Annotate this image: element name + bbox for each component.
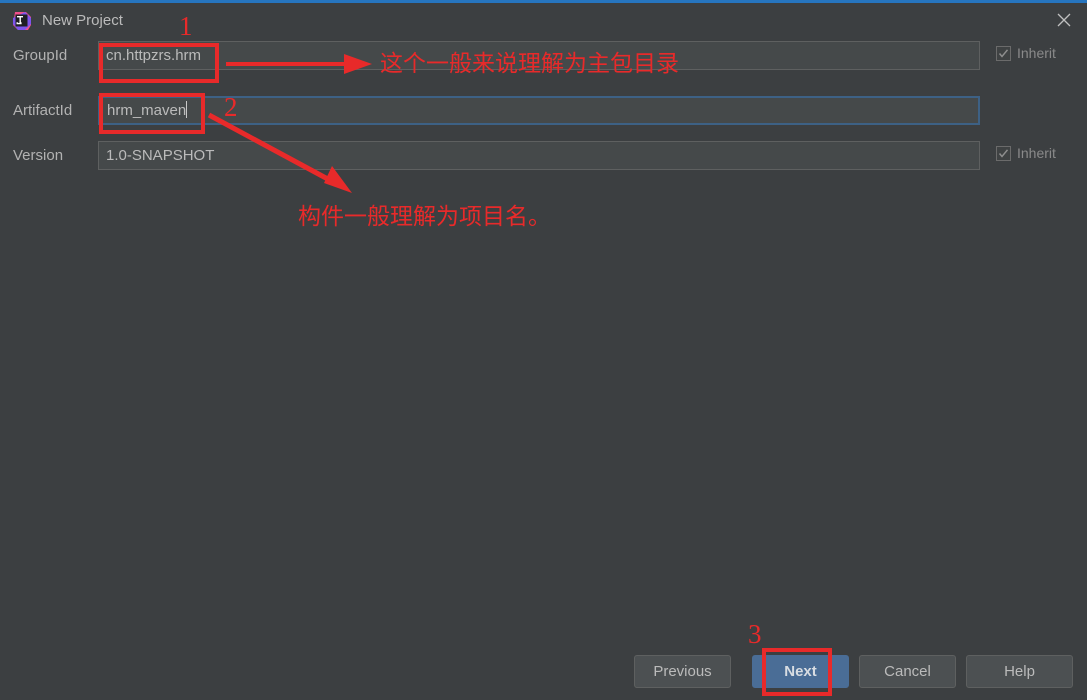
form-row-artifactid: ArtifactId hrm_maven <box>0 96 1087 126</box>
checkmark-icon <box>996 45 1011 61</box>
new-project-dialog: New Project GroupId cn.httpzrs.hrm Inher… <box>0 0 1087 700</box>
annotation-note-2: 构件一般理解为项目名。 <box>298 204 551 230</box>
title-bar: New Project <box>0 3 1087 39</box>
artifactid-input[interactable]: hrm_maven <box>98 96 980 125</box>
groupid-label: GroupId <box>13 47 68 64</box>
checkmark-icon <box>996 145 1011 161</box>
artifactid-value: hrm_maven <box>107 102 187 119</box>
groupid-inherit-label: Inherit <box>1017 45 1056 61</box>
form-row-version: Version 1.0-SNAPSHOT Inherit <box>0 141 1087 171</box>
close-icon[interactable] <box>1041 3 1087 37</box>
groupid-inherit-checkbox[interactable]: Inherit <box>996 45 1056 61</box>
version-inherit-label: Inherit <box>1017 145 1056 161</box>
version-label: Version <box>13 147 64 164</box>
cancel-button[interactable]: Cancel <box>859 655 956 688</box>
intellij-idea-icon <box>12 11 32 31</box>
version-input[interactable]: 1.0-SNAPSHOT <box>98 141 980 170</box>
previous-button[interactable]: Previous <box>634 655 731 688</box>
next-button[interactable]: Next <box>752 655 849 688</box>
form-row-groupid: GroupId cn.httpzrs.hrm Inherit <box>0 41 1087 71</box>
artifactid-label: ArtifactId <box>13 102 73 119</box>
annotation-number-3: 3 <box>748 619 762 649</box>
text-caret <box>186 101 188 118</box>
groupid-input[interactable]: cn.httpzrs.hrm <box>98 41 980 70</box>
window-title: New Project <box>42 12 123 29</box>
dialog-button-bar: Previous Next Cancel Help <box>0 655 1087 689</box>
version-inherit-checkbox[interactable]: Inherit <box>996 145 1056 161</box>
help-button[interactable]: Help <box>966 655 1073 688</box>
